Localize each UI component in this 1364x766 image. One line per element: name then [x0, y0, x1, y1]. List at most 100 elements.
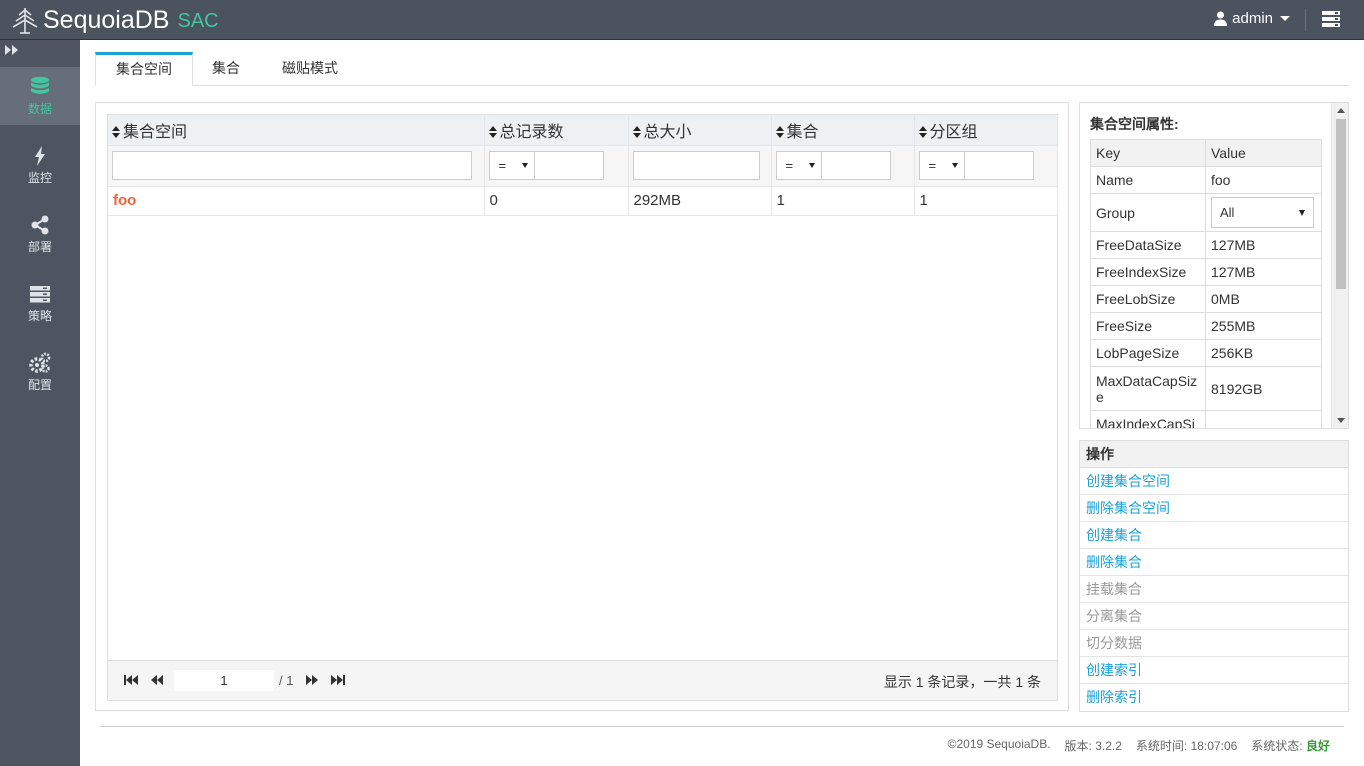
- property-row: Group All: [1090, 193, 1322, 232]
- sequoia-tree-icon: [12, 8, 38, 34]
- top-bar: SequoiaDB SAC admin: [0, 0, 1364, 40]
- scroll-thumb[interactable]: [1336, 119, 1346, 289]
- op-delete-index[interactable]: 删除索引: [1080, 684, 1348, 711]
- dropdown-arrow-icon: [951, 163, 958, 168]
- sidebar-item-label: 策略: [27, 308, 52, 323]
- op-attach-collection: 挂载集合: [1080, 576, 1348, 603]
- sort-icon: [918, 125, 927, 138]
- properties-panel: 集合空间属性: Key Value Name foo Group All Free…: [1079, 102, 1349, 429]
- column-header-collections[interactable]: 集合: [771, 115, 915, 146]
- column-header-name[interactable]: 集合空间: [108, 115, 485, 146]
- previous-page-icon[interactable]: [149, 674, 165, 686]
- sidebar-item-deploy[interactable]: 部署: [0, 205, 80, 263]
- lightning-icon: [35, 145, 45, 166]
- key-header: Key: [1090, 139, 1206, 167]
- sidebar-item-config[interactable]: 配置: [0, 343, 80, 401]
- properties-scrollbar[interactable]: [1331, 103, 1348, 428]
- sidebar-item-data[interactable]: 数据: [0, 67, 80, 125]
- sidebar-item-label: 配置: [27, 377, 52, 392]
- dropdown-arrow-icon: [521, 163, 528, 168]
- table-row[interactable]: foo 0 292MB 1 1: [108, 186, 1058, 216]
- server-icon: [30, 285, 50, 302]
- expand-sidebar-icon[interactable]: [4, 44, 20, 56]
- tab-collection[interactable]: 集合: [198, 52, 254, 86]
- column-header-records[interactable]: 总记录数: [484, 115, 629, 146]
- scroll-down-icon[interactable]: [1337, 418, 1345, 423]
- sort-icon: [488, 125, 497, 138]
- sidebar-item-label: 数据: [27, 101, 52, 116]
- dropdown-arrow-icon: [808, 163, 815, 168]
- column-header-groups[interactable]: 分区组: [914, 115, 1058, 146]
- filter-records-operator[interactable]: =: [488, 151, 535, 180]
- op-create-index[interactable]: 创建索引: [1080, 657, 1348, 684]
- first-page-icon[interactable]: [123, 674, 139, 686]
- sidebar-item-monitor[interactable]: 监控: [0, 136, 80, 194]
- view-tabs: 集合空间 集合 磁贴模式: [95, 52, 1349, 86]
- footer-divider: [100, 726, 1344, 727]
- property-row: LobPageSize 256KB: [1090, 339, 1322, 367]
- filter-records-input[interactable]: [534, 151, 604, 180]
- copyright: ©2019 SequoiaDB.: [947, 737, 1051, 751]
- operations-panel: 操作 创建集合空间 删除集合空间 创建集合 删除集合 挂载集合 分离集合 切分数…: [1079, 440, 1349, 712]
- op-create-collection-space[interactable]: 创建集合空间: [1080, 468, 1348, 495]
- property-row: FreeIndexSize 127MB: [1090, 258, 1322, 286]
- footer: ©2019 SequoiaDB. 版本: 3.2.2 系统时间: 18:07:0…: [948, 737, 1330, 754]
- user-menu[interactable]: admin: [1214, 10, 1290, 27]
- sidebar-item-label: 部署: [27, 239, 52, 254]
- system-time: 系统时间: 18:07:06: [1135, 739, 1238, 753]
- pagination-bar: 1 / 1 显示 1 条记录，一共 1 条: [108, 660, 1057, 700]
- user-name: admin: [1232, 10, 1273, 27]
- brand-logo[interactable]: SequoiaDB SAC: [10, 4, 219, 36]
- op-delete-collection-space[interactable]: 删除集合空间: [1080, 495, 1348, 522]
- value-header: Value: [1205, 139, 1322, 167]
- collection-space-grid: 集合空间 总记录数 总大小 集合 分区组 = = = foo 0 292MB 1…: [107, 114, 1058, 701]
- next-page-icon[interactable]: [304, 674, 320, 686]
- page-total: / 1: [279, 673, 294, 688]
- column-header-size[interactable]: 总大小: [628, 115, 772, 146]
- property-row: FreeLobSize 0MB: [1090, 285, 1322, 313]
- brand-suffix: SAC: [177, 10, 219, 32]
- version: 版本: 3.2.2: [1064, 739, 1122, 753]
- filter-size-input[interactable]: [632, 151, 760, 180]
- sidebar-item-label: 监控: [27, 170, 52, 185]
- tab-collection-space[interactable]: 集合空间: [95, 52, 193, 86]
- properties-table: Key Value Name foo Group All FreeDataSize…: [1090, 139, 1322, 428]
- database-icon: [31, 76, 49, 94]
- sort-icon: [632, 125, 641, 138]
- property-row: MaxIndexCapSize: [1090, 410, 1322, 428]
- group-select[interactable]: All: [1211, 197, 1314, 228]
- properties-title: 集合空间属性:: [1090, 116, 1179, 132]
- property-row: MaxDataCapSize 8192GB: [1090, 366, 1322, 411]
- op-split-data: 切分数据: [1080, 630, 1348, 657]
- collection-space-panel: 集合空间 总记录数 总大小 集合 分区组 = = = foo 0 292MB 1…: [95, 102, 1069, 711]
- record-count-info: 显示 1 条记录，一共 1 条: [883, 674, 1041, 690]
- share-icon: [31, 215, 49, 234]
- property-row: FreeSize 255MB: [1090, 312, 1322, 340]
- cell-size: 292MB: [628, 186, 772, 216]
- filter-groups-operator[interactable]: =: [918, 151, 965, 180]
- tab-tile-mode[interactable]: 磁贴模式: [270, 52, 350, 86]
- op-delete-collection[interactable]: 删除集合: [1080, 549, 1348, 576]
- filter-name-input[interactable]: [112, 151, 472, 180]
- caret-down-icon: [1280, 16, 1290, 21]
- filter-collections-input[interactable]: [821, 151, 891, 180]
- last-page-icon[interactable]: [330, 674, 346, 686]
- sidebar-item-policy[interactable]: 策略: [0, 274, 80, 332]
- sort-icon: [112, 125, 120, 138]
- sort-icon: [775, 125, 784, 138]
- property-row: Name foo: [1090, 166, 1322, 194]
- system-status: 系统状态: 良好: [1251, 739, 1330, 753]
- scroll-up-icon[interactable]: [1337, 108, 1345, 113]
- user-icon: [1214, 11, 1228, 26]
- op-create-collection[interactable]: 创建集合: [1080, 522, 1348, 549]
- cell-groups: 1: [914, 186, 1058, 216]
- collection-space-link[interactable]: foo: [113, 192, 136, 209]
- property-row: FreeDataSize 127MB: [1090, 231, 1322, 259]
- gears-icon: [29, 352, 51, 373]
- op-detach-collection: 分离集合: [1080, 603, 1348, 630]
- page-number-input[interactable]: 1: [174, 670, 274, 691]
- server-menu-icon[interactable]: [1322, 11, 1340, 27]
- filter-groups-input[interactable]: [964, 151, 1034, 180]
- filter-collections-operator[interactable]: =: [775, 151, 822, 180]
- dropdown-arrow-icon: [1299, 210, 1305, 216]
